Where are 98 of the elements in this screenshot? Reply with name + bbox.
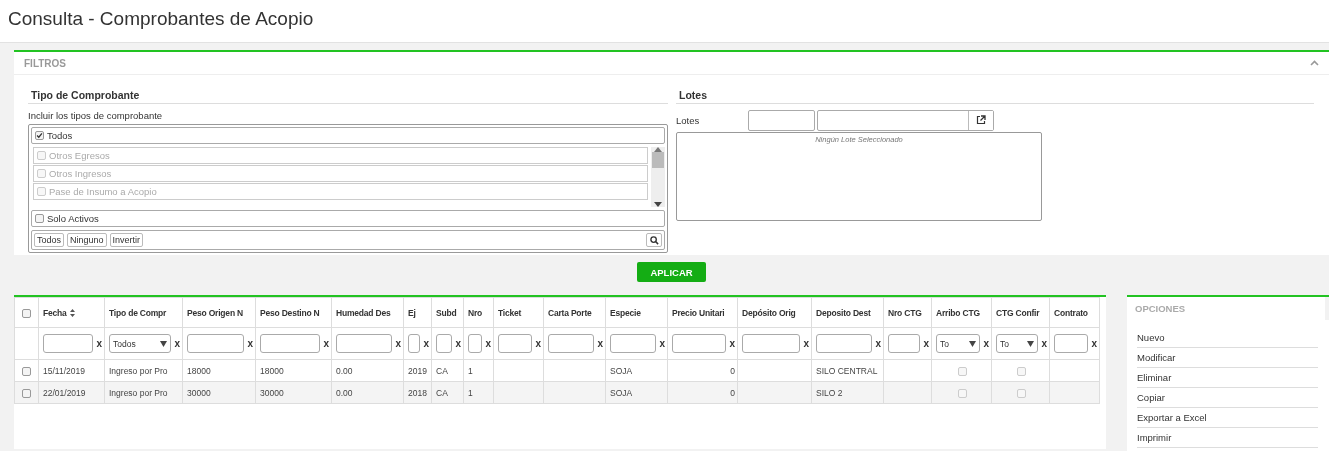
clear-filter[interactable]: x: [597, 338, 603, 349]
field-hint: Incluir los tipos de comprobante: [28, 110, 164, 121]
sort-icon[interactable]: [69, 309, 75, 318]
table-cell: SILO 2: [816, 387, 843, 398]
table-cell: 30000: [187, 387, 211, 398]
clear-filter[interactable]: x: [323, 338, 329, 349]
clear-filter[interactable]: x: [247, 338, 253, 349]
table-cell: CA: [436, 387, 448, 398]
filter-field[interactable]: [1054, 334, 1089, 353]
column-header[interactable]: Ticket: [498, 307, 522, 318]
table-cell: SILO CENTRAL: [816, 365, 878, 376]
clear-filter[interactable]: x: [96, 338, 102, 349]
table-cell: Ingreso por Pro: [109, 387, 168, 398]
caret-icon: [969, 340, 977, 347]
filter-field[interactable]: [816, 334, 873, 353]
select-button[interactable]: Todos: [34, 233, 65, 247]
table-cell: 0: [730, 365, 735, 376]
filter-field[interactable]: [187, 334, 245, 353]
select-button[interactable]: Ninguno: [67, 233, 107, 247]
filter-field[interactable]: [260, 334, 321, 353]
filter-field[interactable]: [408, 334, 421, 353]
panel-title: OPCIONES: [1135, 303, 1186, 314]
section-heading: Tipo de Comprobante: [28, 89, 668, 104]
checkbox[interactable]: [22, 308, 31, 318]
checkbox[interactable]: [35, 131, 44, 140]
table-cell: 0: [730, 387, 735, 398]
table-cell: 2018: [408, 387, 427, 398]
panel-title: FILTROS: [24, 57, 67, 69]
option-item[interactable]: Nuevo: [1137, 328, 1318, 348]
clear-filter[interactable]: x: [485, 338, 491, 349]
clear-filter[interactable]: x: [1091, 338, 1097, 349]
clear-filter[interactable]: x: [729, 338, 735, 349]
filter-field[interactable]: [742, 334, 801, 353]
table-cell: 1: [468, 365, 473, 376]
column-header[interactable]: Especie: [610, 307, 641, 318]
clear-filter[interactable]: x: [659, 338, 665, 349]
table-cell: 15/11/2019: [43, 365, 85, 376]
checkbox[interactable]: [22, 366, 31, 376]
clear-filter[interactable]: x: [535, 338, 541, 349]
column-header[interactable]: Nro: [468, 307, 483, 318]
table-cell: 18000: [187, 365, 211, 376]
table-cell: 0.00: [336, 387, 353, 398]
filter-field[interactable]: [610, 334, 657, 353]
filter-field[interactable]: [468, 334, 483, 353]
scrollbar[interactable]: [651, 147, 665, 207]
section-heading: Lotes: [676, 89, 1314, 104]
filter-dropdown[interactable]: Todos: [109, 334, 172, 353]
checkbox[interactable]: [22, 388, 31, 398]
checkbox-label[interactable]: Todos: [47, 130, 73, 141]
clear-filter[interactable]: x: [174, 338, 180, 349]
table-cell: SOJA: [610, 365, 633, 376]
option-item[interactable]: Imprimir: [1137, 428, 1318, 448]
clear-filter[interactable]: x: [455, 338, 461, 349]
scroll-down-icon[interactable]: [654, 202, 662, 207]
clear-filter[interactable]: x: [875, 338, 881, 349]
option-item[interactable]: Modificar: [1137, 348, 1318, 368]
option-item[interactable]: Exportar a Excel: [1137, 408, 1318, 428]
filter-field[interactable]: [43, 334, 94, 353]
column-header[interactable]: Fecha: [43, 307, 67, 318]
filter-field[interactable]: [336, 334, 393, 353]
table-cell: Ingreso por Pro: [109, 365, 168, 376]
scroll-thumb[interactable]: [652, 152, 664, 168]
clear-filter[interactable]: x: [803, 338, 809, 349]
search-button[interactable]: [646, 233, 662, 247]
column-header[interactable]: Ej: [408, 307, 416, 318]
option-item[interactable]: Eliminar: [1137, 368, 1318, 388]
clear-filter[interactable]: x: [423, 338, 429, 349]
table-cell: SOJA: [610, 387, 633, 398]
clear-filter[interactable]: x: [983, 338, 989, 349]
filter-field[interactable]: [436, 334, 453, 353]
clear-filter[interactable]: x: [923, 338, 929, 349]
field-label: Lotes: [676, 114, 701, 126]
checkbox-label[interactable]: Solo Activos: [47, 213, 99, 224]
lot-code-field[interactable]: [748, 109, 815, 131]
table-cell: 30000: [260, 387, 284, 398]
clear-filter[interactable]: x: [395, 338, 401, 349]
filter-field[interactable]: [548, 334, 595, 353]
checkbox[interactable]: [35, 214, 44, 223]
table-cell: 2019: [408, 365, 427, 376]
filter-field[interactable]: [672, 334, 727, 353]
filter-dropdown[interactable]: To: [996, 334, 1039, 353]
clear-filter[interactable]: x: [1041, 338, 1047, 349]
filter-field[interactable]: [498, 334, 533, 353]
select-button[interactable]: Invertir: [109, 233, 144, 247]
table-cell: 0.00: [336, 365, 353, 376]
lot-field[interactable]: [817, 109, 994, 131]
table-cell: 1: [468, 387, 473, 398]
option-item[interactable]: Copiar: [1137, 388, 1318, 408]
page-title: Consulta - Comprobantes de Acopio: [8, 8, 314, 30]
table-cell: CA: [436, 365, 448, 376]
caret-icon: [1027, 340, 1035, 347]
filter-dropdown[interactable]: To: [936, 334, 981, 353]
filter-field[interactable]: [888, 334, 921, 353]
table-cell: 18000: [260, 365, 284, 376]
chevron-up-icon[interactable]: [1310, 60, 1319, 66]
table-cell: 22/01/2019: [43, 387, 86, 398]
search-icon: [649, 235, 659, 245]
caret-icon: [160, 340, 168, 347]
